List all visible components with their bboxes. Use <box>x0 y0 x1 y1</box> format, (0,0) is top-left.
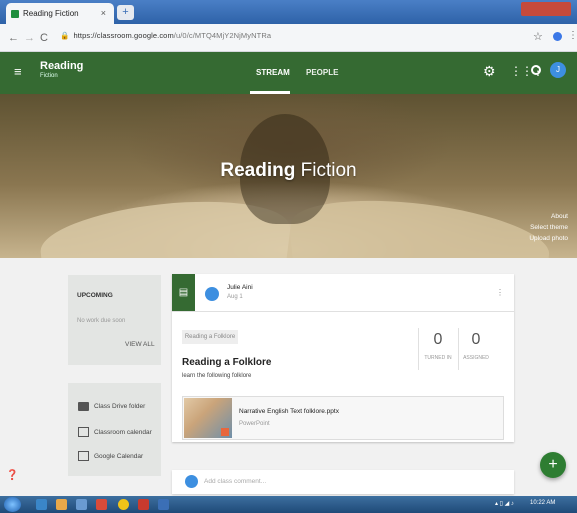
attachment-name: Narrative English Text folklore.pptx <box>239 408 339 415</box>
post-date: Aug 1 <box>227 294 243 300</box>
taskbar-clock[interactable]: 10:22 AM <box>530 500 555 506</box>
commenter-avatar <box>185 475 198 488</box>
assignment-title[interactable]: Reading a Folklore <box>182 357 271 368</box>
topic-chip[interactable]: Reading a Folklore <box>182 330 238 344</box>
extension-icon[interactable] <box>553 32 562 41</box>
class-name[interactable]: Reading <box>40 60 83 72</box>
banner-book-page-right <box>286 188 554 258</box>
back-button[interactable]: ← <box>8 32 19 44</box>
chrome-taskbar-icon[interactable] <box>118 499 129 510</box>
classroom-favicon-icon <box>11 9 19 18</box>
google-calendar-label: Google Calendar <box>94 452 144 460</box>
system-tray-icons[interactable]: ▴ ▯ ◢ ♪ <box>495 500 514 507</box>
word-taskbar-icon[interactable] <box>158 499 169 510</box>
banner-links: About Select theme Upload photo <box>520 211 568 244</box>
classroom-calendar-label: Classroom calendar <box>94 428 152 436</box>
upcoming-empty-text: No work due soon <box>77 318 126 324</box>
external-link-icon <box>78 451 89 461</box>
tab-title: Reading Fiction <box>23 9 79 18</box>
calendar-icon <box>78 427 89 437</box>
explorer-taskbar-icon[interactable] <box>56 499 67 510</box>
select-theme-link[interactable]: Select theme <box>520 222 568 233</box>
settings-gear-icon[interactable]: ⚙ <box>483 63 496 80</box>
reload-button[interactable]: C <box>40 32 48 44</box>
class-section: Fiction <box>40 73 58 79</box>
comment-input[interactable]: Add class comment... <box>204 478 266 485</box>
assignment-icon: ▤ <box>172 274 195 311</box>
url-path: /u/0/c/MTQ4MjY2NjMyNTRa <box>173 31 272 40</box>
ie-taskbar-icon[interactable] <box>36 499 47 510</box>
upload-photo-link[interactable]: Upload photo <box>520 233 568 244</box>
bookmark-star-icon[interactable]: ☆ <box>533 30 543 43</box>
browser-tab[interactable]: Reading Fiction × <box>6 3 114 24</box>
media-taskbar-icon[interactable] <box>76 499 87 510</box>
folder-icon <box>78 402 89 411</box>
assignment-description: learn the following folklore <box>182 373 252 379</box>
assigned-label: ASSIGNED <box>463 355 489 361</box>
view-all-link[interactable]: VIEW ALL <box>125 341 155 348</box>
new-tab-button[interactable]: + <box>117 5 134 20</box>
post-author: Julie Aini <box>227 284 253 291</box>
attachment-type: PowerPoint <box>239 421 270 427</box>
url-host: https://classroom.google.com <box>73 31 174 40</box>
upcoming-title: UPCOMING <box>77 292 113 299</box>
window-controls[interactable] <box>521 2 571 16</box>
classroom-calendar-link[interactable]: Classroom calendar <box>78 427 152 437</box>
forward-button[interactable]: → <box>24 32 35 44</box>
hamburger-menu-icon[interactable]: ≡ <box>14 64 22 79</box>
banner-title: Reading Fiction <box>0 160 577 182</box>
user-avatar[interactable]: J <box>550 62 566 78</box>
powerpoint-icon <box>221 428 229 436</box>
app-taskbar-icon[interactable] <box>138 499 149 510</box>
start-button[interactable] <box>4 497 21 512</box>
turned-in-count[interactable]: 0 <box>418 331 458 349</box>
post-more-options-icon[interactable]: ⋮ <box>496 288 504 297</box>
banner-title-rest: Fiction <box>295 160 357 181</box>
turned-in-label: TURNED IN <box>424 355 452 361</box>
google-calendar-link[interactable]: Google Calendar <box>78 451 143 461</box>
create-post-button[interactable]: + <box>540 452 566 478</box>
post-divider <box>172 311 514 312</box>
tab-people[interactable]: PEOPLE <box>306 68 338 77</box>
tab-close-icon[interactable]: × <box>101 8 106 18</box>
help-icon[interactable]: ❓ <box>6 470 18 481</box>
lock-icon: 🔒 <box>60 31 70 40</box>
url-field[interactable]: 🔒 https://classroom.google.com/u/0/c/MTQ4… <box>60 31 271 40</box>
powerpoint-taskbar-icon[interactable] <box>96 499 107 510</box>
banner-title-bold: Reading <box>220 160 296 181</box>
browser-menu-icon[interactable]: ⋮ <box>568 30 577 41</box>
class-drive-folder-label: Class Drive folder <box>94 403 146 410</box>
notifications-icon[interactable] <box>531 65 541 75</box>
author-avatar <box>205 287 219 301</box>
about-link[interactable]: About <box>520 211 568 222</box>
tab-stream[interactable]: STREAM <box>256 68 290 77</box>
class-drive-folder-link[interactable]: Class Drive folder <box>78 402 145 411</box>
assigned-count[interactable]: 0 <box>458 331 494 349</box>
